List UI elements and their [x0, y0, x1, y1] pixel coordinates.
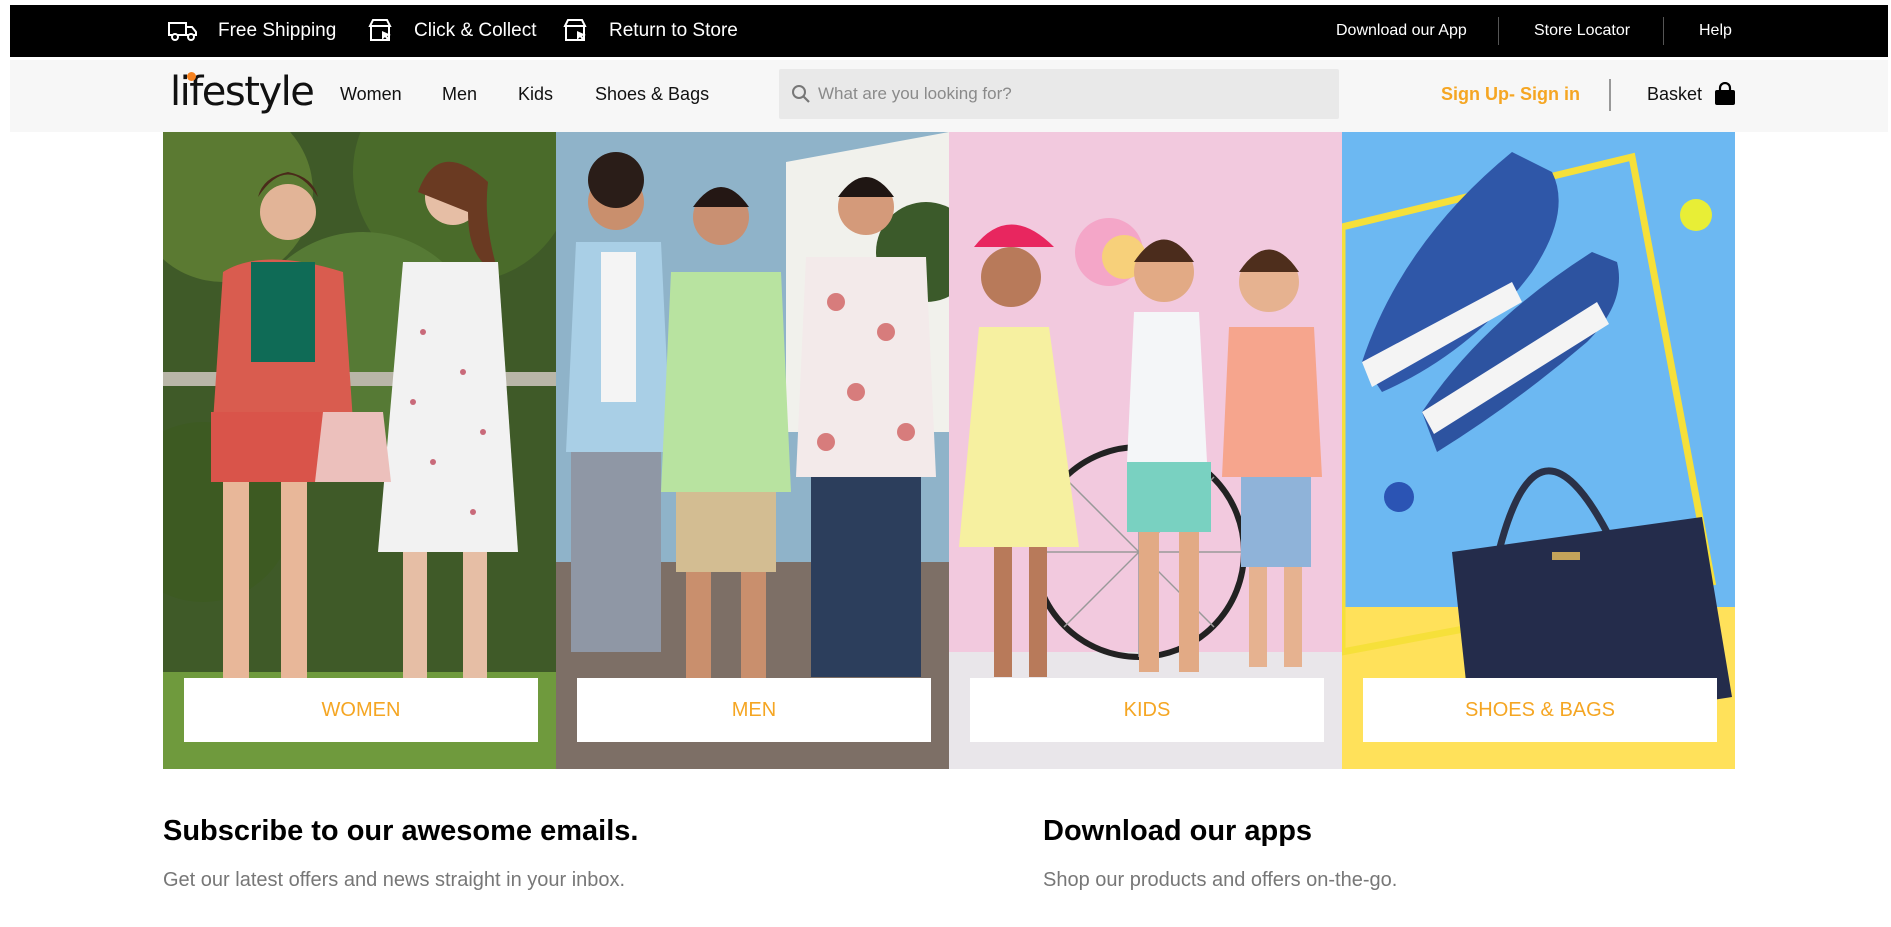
click-collect-label: Click & Collect [414, 20, 537, 41]
tile-women[interactable]: WOMEN [163, 132, 556, 769]
lifestyle-logo[interactable]: lifestyle [170, 69, 315, 115]
store-locator-link[interactable]: Store Locator [1534, 5, 1630, 57]
main-header: lifestyle Women Men Kids Shoes & Bags Si… [10, 60, 1888, 132]
subscribe-title: Subscribe to our awesome emails. [163, 815, 639, 847]
search-input[interactable] [818, 69, 1328, 119]
nav-kids[interactable]: Kids [518, 84, 553, 105]
kids-category-image [949, 132, 1342, 769]
apps-text: Shop our products and offers on-the-go. [1043, 869, 1398, 891]
shopping-bag-icon [1715, 82, 1736, 105]
signin-link[interactable]: Sign Up- Sign in [1441, 84, 1580, 105]
tile-women-label[interactable]: WOMEN [184, 678, 538, 742]
truck-icon [168, 22, 197, 41]
help-link[interactable]: Help [1699, 5, 1732, 57]
search-box[interactable] [779, 69, 1339, 119]
apps-title: Download our apps [1043, 815, 1313, 847]
tile-men-label[interactable]: MEN [577, 678, 931, 742]
logo-dot [187, 72, 196, 81]
divider [1663, 17, 1664, 45]
tile-shoes-bags-label[interactable]: SHOES & BAGS [1363, 678, 1717, 742]
return-store-perk[interactable]: Return to Store [563, 5, 738, 57]
category-tiles: WOMEN MEN KIDS SHOES & BAGS [163, 132, 1735, 769]
divider [1609, 79, 1611, 111]
nav-men[interactable]: Men [442, 84, 477, 105]
tile-kids-label[interactable]: KIDS [970, 678, 1324, 742]
store-pointer-icon [563, 19, 587, 41]
search-icon [792, 85, 810, 103]
free-shipping-perk[interactable]: Free Shipping [168, 5, 336, 57]
tile-men[interactable]: MEN [556, 132, 949, 769]
download-app-link[interactable]: Download our App [1336, 5, 1467, 57]
women-category-image [163, 132, 556, 769]
top-bar: Free Shipping Click & Collect Return to … [10, 5, 1888, 57]
click-collect-perk[interactable]: Click & Collect [368, 5, 536, 57]
return-store-label: Return to Store [609, 20, 738, 41]
basket-button[interactable]: Basket [1647, 74, 1736, 114]
tile-kids[interactable]: KIDS [949, 132, 1342, 769]
subscribe-text: Get our latest offers and news straight … [163, 869, 626, 891]
nav-shoes-bags[interactable]: Shoes & Bags [595, 84, 709, 105]
men-category-image [556, 132, 949, 769]
basket-label: Basket [1647, 83, 1703, 104]
free-shipping-label: Free Shipping [218, 20, 337, 41]
divider [1498, 17, 1499, 45]
tile-shoes-bags[interactable]: SHOES & BAGS [1342, 132, 1735, 769]
shoes-bags-category-image [1342, 132, 1735, 769]
nav-women[interactable]: Women [340, 84, 402, 105]
store-pointer-icon [368, 19, 392, 41]
